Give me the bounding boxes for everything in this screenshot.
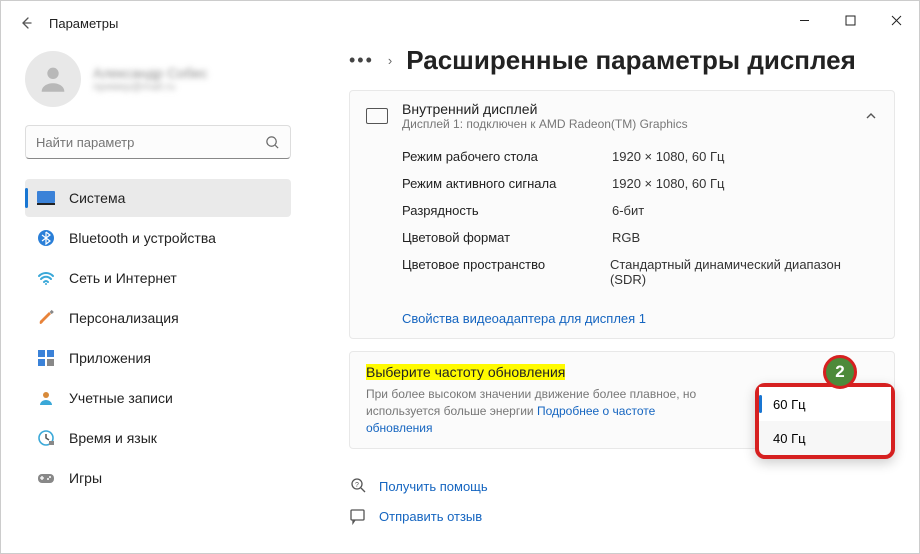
bluetooth-icon [37, 229, 55, 247]
window-title: Параметры [49, 16, 118, 31]
sidebar: Александр Собес пример@mail.ru Система B… [1, 45, 301, 553]
minimize-button[interactable] [781, 1, 827, 39]
sidebar-item-network[interactable]: Сеть и Интернет [25, 259, 291, 297]
display-subtitle: Дисплей 1: подключен к AMD Radeon(TM) Gr… [402, 117, 688, 131]
row-value: 6-бит [612, 203, 644, 218]
profile-email: пример@mail.ru [93, 81, 207, 93]
content-area: ••• › Расширенные параметры дисплея Внут… [301, 45, 919, 553]
row-label: Цветовой формат [402, 230, 612, 245]
refresh-option-60[interactable]: 60 Гц [759, 387, 891, 421]
display-card-header[interactable]: Внутренний дисплей Дисплей 1: подключен … [350, 91, 894, 141]
row-label: Режим рабочего стола [402, 149, 612, 164]
display-row: Цветовой форматRGB [402, 224, 878, 251]
sidebar-item-bluetooth[interactable]: Bluetooth и устройства [25, 219, 291, 257]
nav-list: Система Bluetooth и устройства Сеть и Ин… [25, 179, 291, 497]
annotation-badge: 2 [823, 355, 857, 389]
display-title: Внутренний дисплей [402, 101, 688, 117]
display-info-card: Внутренний дисплей Дисплей 1: подключен … [349, 90, 895, 339]
row-value: 1920 × 1080, 60 Гц [612, 176, 724, 191]
refresh-rate-dropdown[interactable]: 60 Гц 40 Гц [755, 383, 895, 459]
search-input[interactable] [36, 135, 265, 150]
sidebar-item-games[interactable]: Игры [25, 459, 291, 497]
display-row: Разрядность6-бит [402, 197, 878, 224]
game-icon [37, 469, 55, 487]
sidebar-item-accounts[interactable]: Учетные записи [25, 379, 291, 417]
page-title: Расширенные параметры дисплея [406, 45, 856, 76]
clock-icon [37, 429, 55, 447]
brush-icon [37, 309, 55, 327]
refresh-option-40[interactable]: 40 Гц [759, 421, 891, 455]
row-value: Стандартный динамический диапазон (SDR) [610, 257, 878, 287]
feedback-icon [349, 507, 367, 525]
sidebar-item-time[interactable]: Время и язык [25, 419, 291, 457]
avatar [25, 51, 81, 107]
search-box[interactable] [25, 125, 291, 159]
display-row: Режим рабочего стола1920 × 1080, 60 Гц [402, 143, 878, 170]
help-icon: ? [349, 477, 367, 495]
refresh-title: Выберите частоту обновления [366, 364, 565, 380]
row-label: Режим активного сигнала [402, 176, 612, 191]
wifi-icon [37, 269, 55, 287]
breadcrumb: ••• › Расширенные параметры дисплея [349, 45, 895, 76]
breadcrumb-more-icon[interactable]: ••• [349, 50, 374, 71]
sidebar-item-apps[interactable]: Приложения [25, 339, 291, 377]
row-value: RGB [612, 230, 640, 245]
display-row: Режим активного сигнала1920 × 1080, 60 Г… [402, 170, 878, 197]
adapter-properties-link[interactable]: Свойства видеоадаптера для дисплея 1 [350, 303, 894, 338]
sidebar-item-system[interactable]: Система [25, 179, 291, 217]
display-row: Цветовое пространствоСтандартный динамич… [402, 251, 878, 293]
close-button[interactable] [873, 1, 919, 39]
apps-icon [37, 349, 55, 367]
chevron-right-icon: › [388, 53, 392, 68]
maximize-button[interactable] [827, 1, 873, 39]
row-label: Разрядность [402, 203, 612, 218]
refresh-subtitle: При более высоком значении движение боле… [366, 386, 716, 436]
profile-name: Александр Собес [93, 65, 207, 82]
search-icon [265, 135, 280, 150]
profile-block[interactable]: Александр Собес пример@mail.ru [25, 51, 291, 107]
monitor-icon [366, 108, 388, 124]
sidebar-item-personalization[interactable]: Персонализация [25, 299, 291, 337]
display-rows: Режим рабочего стола1920 × 1080, 60 ГцРе… [350, 141, 894, 303]
footer: ? Получить помощь Отправить отзыв [349, 471, 895, 531]
back-button[interactable] [11, 8, 41, 38]
titlebar: Параметры [1, 1, 919, 45]
svg-text:?: ? [355, 482, 359, 489]
row-label: Цветовое пространство [402, 257, 610, 287]
user-icon [37, 389, 55, 407]
system-icon [37, 189, 55, 207]
row-value: 1920 × 1080, 60 Гц [612, 149, 724, 164]
get-help-row[interactable]: ? Получить помощь [349, 471, 895, 501]
chevron-up-icon[interactable] [864, 109, 878, 123]
give-feedback-row[interactable]: Отправить отзыв [349, 501, 895, 531]
